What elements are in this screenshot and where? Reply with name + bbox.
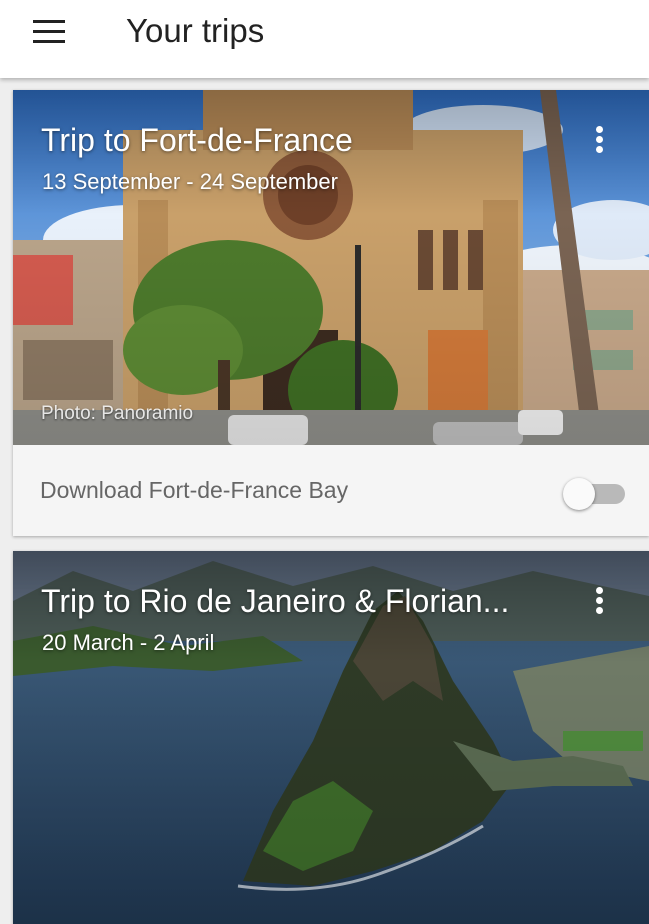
- hamburger-menu-icon[interactable]: [26, 14, 72, 50]
- trip-dates: 13 September - 24 September: [42, 169, 338, 194]
- download-toggle[interactable]: [563, 478, 627, 510]
- app-bar: Your trips: [0, 0, 649, 78]
- trip-hero-image[interactable]: Trip to Rio de Janeiro & Florian... 20 M…: [13, 551, 649, 924]
- trip-hero-image[interactable]: Trip to Fort-de-France 13 September - 24…: [13, 90, 649, 445]
- download-label: Download Fort-de-France Bay: [40, 477, 349, 503]
- trip-dates: 20 March - 2 April: [42, 630, 215, 655]
- toggle-thumb: [563, 478, 595, 510]
- trip-card-rio-de-janeiro[interactable]: Trip to Rio de Janeiro & Florian... 20 M…: [13, 551, 649, 924]
- trip-card-fort-de-france[interactable]: Trip to Fort-de-France 13 September - 24…: [13, 90, 649, 536]
- more-vert-icon[interactable]: [583, 581, 617, 621]
- photo-credit: Photo: Panoramio: [41, 403, 194, 424]
- trip-title: Trip to Fort-de-France: [41, 122, 353, 158]
- trip-title: Trip to Rio de Janeiro & Florian...: [41, 583, 510, 619]
- download-row: Download Fort-de-France Bay: [13, 445, 649, 536]
- page-title: Your trips: [126, 12, 265, 49]
- more-vert-icon[interactable]: [583, 120, 617, 160]
